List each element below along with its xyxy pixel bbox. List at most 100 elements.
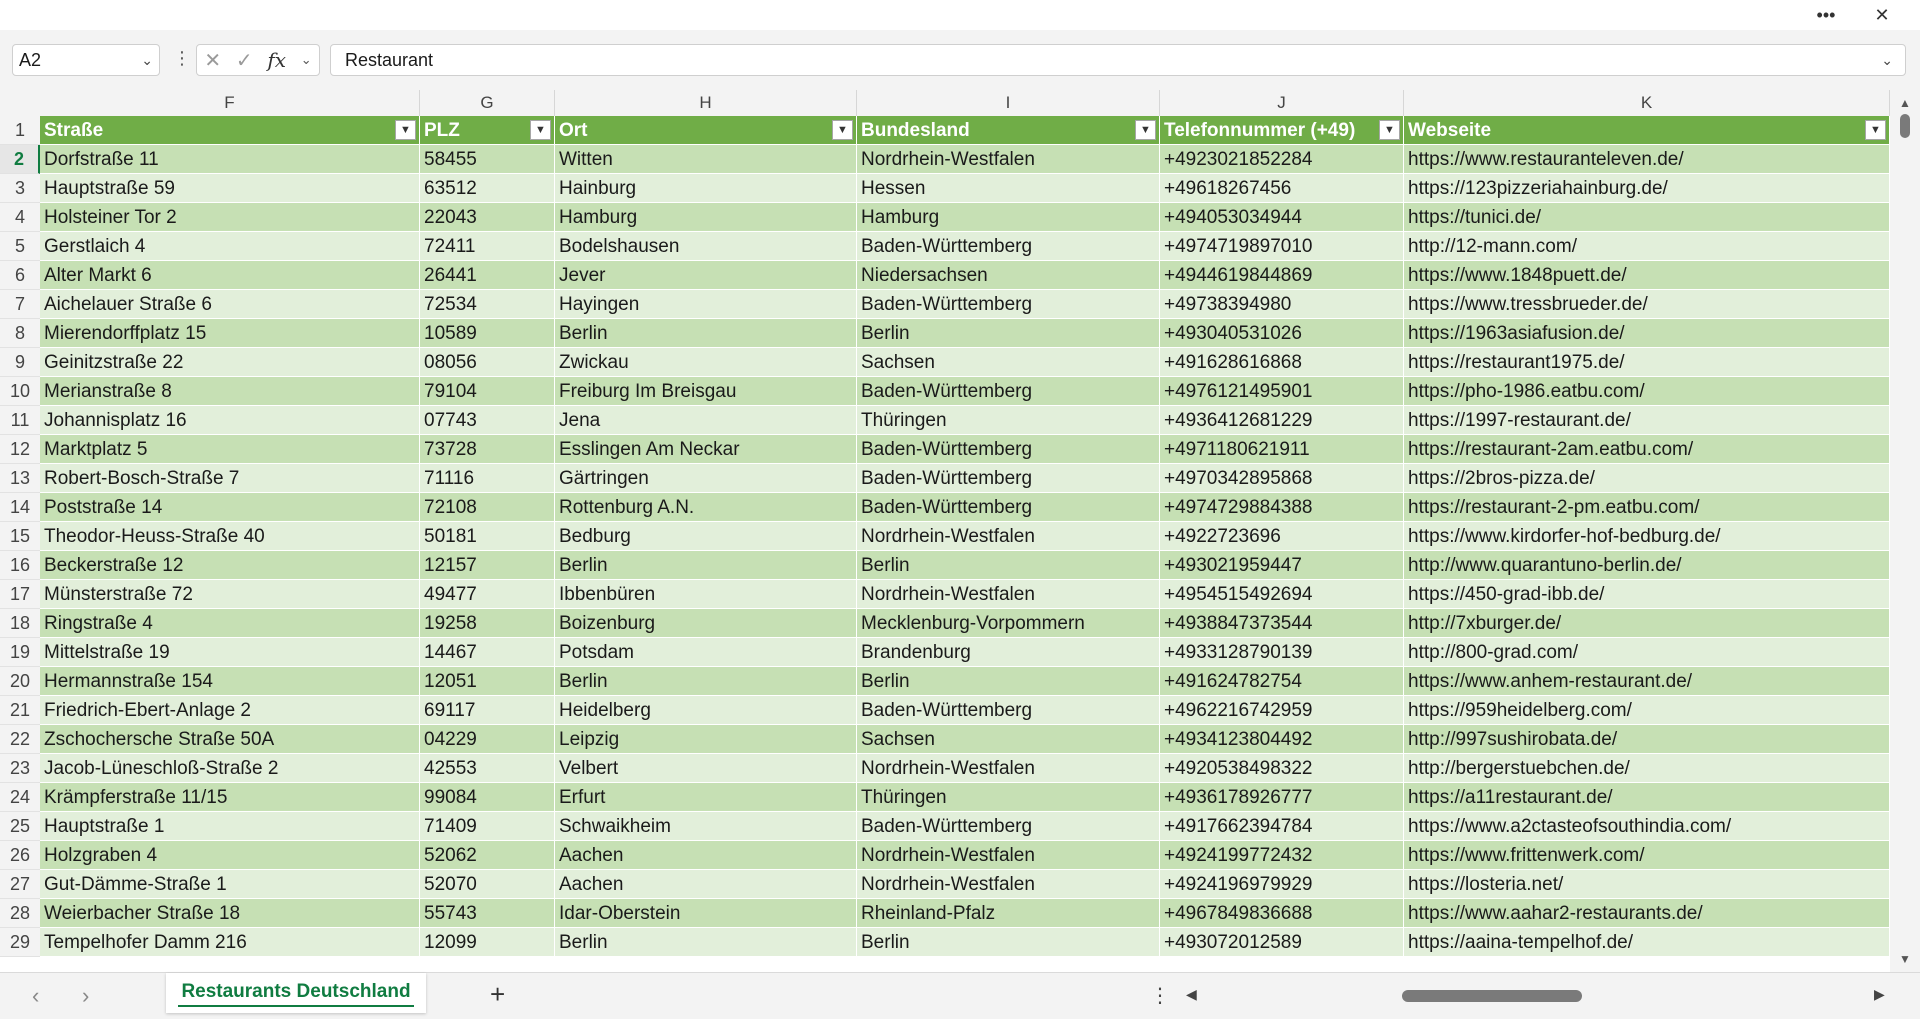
vertical-scroll-thumb[interactable] bbox=[1900, 114, 1910, 138]
row-number[interactable]: 24 bbox=[0, 783, 40, 812]
table-cell[interactable]: 50181 bbox=[420, 522, 555, 551]
table-cell[interactable]: Thüringen bbox=[857, 406, 1160, 435]
table-cell[interactable]: https://www.frittenwerk.com/ bbox=[1404, 841, 1890, 870]
table-cell[interactable]: Geinitzstraße 22 bbox=[40, 348, 420, 377]
row-number[interactable]: 4 bbox=[0, 203, 40, 232]
name-box[interactable]: A2 ⌄ bbox=[12, 44, 160, 76]
table-cell[interactable]: +4976121495901 bbox=[1160, 377, 1404, 406]
table-cell[interactable]: https://www.aahar2-restaurants.de/ bbox=[1404, 899, 1890, 928]
table-cell[interactable]: +4974719897010 bbox=[1160, 232, 1404, 261]
table-cell[interactable]: https://restaurant-2-pm.eatbu.com/ bbox=[1404, 493, 1890, 522]
table-cell[interactable]: Zschochersche Straße 50A bbox=[40, 725, 420, 754]
table-cell[interactable]: Rheinland-Pfalz bbox=[857, 899, 1160, 928]
table-cell[interactable]: Baden-Württemberg bbox=[857, 493, 1160, 522]
table-cell[interactable]: +493072012589 bbox=[1160, 928, 1404, 957]
table-cell[interactable]: Berlin bbox=[555, 551, 857, 580]
table-cell[interactable]: Baden-Württemberg bbox=[857, 812, 1160, 841]
row-number[interactable]: 23 bbox=[0, 754, 40, 783]
table-cell[interactable]: Baden-Württemberg bbox=[857, 377, 1160, 406]
row-number[interactable]: 12 bbox=[0, 435, 40, 464]
column-header[interactable]: J bbox=[1160, 90, 1404, 116]
table-header-cell[interactable]: PLZ ▼ bbox=[420, 116, 555, 145]
table-cell[interactable]: https://450-grad-ibb.de/ bbox=[1404, 580, 1890, 609]
chevron-down-icon[interactable]: ⌄ bbox=[301, 52, 312, 68]
table-cell[interactable]: Hayingen bbox=[555, 290, 857, 319]
row-number[interactable]: 29 bbox=[0, 928, 40, 957]
row-number[interactable]: 18 bbox=[0, 609, 40, 638]
table-cell[interactable]: Hessen bbox=[857, 174, 1160, 203]
table-cell[interactable]: Hauptstraße 59 bbox=[40, 174, 420, 203]
row-number[interactable]: 7 bbox=[0, 290, 40, 319]
table-cell[interactable]: Holzgraben 4 bbox=[40, 841, 420, 870]
table-cell[interactable]: https://959heidelberg.com/ bbox=[1404, 696, 1890, 725]
table-cell[interactable]: Merianstraße 8 bbox=[40, 377, 420, 406]
table-cell[interactable]: 72108 bbox=[420, 493, 555, 522]
vertical-dots-icon[interactable]: ⋮ bbox=[173, 48, 191, 69]
column-header[interactable]: F bbox=[40, 90, 420, 116]
row-number[interactable]: 3 bbox=[0, 174, 40, 203]
row-number[interactable]: 9 bbox=[0, 348, 40, 377]
table-cell[interactable]: Mierendorffplatz 15 bbox=[40, 319, 420, 348]
prev-sheet-icon[interactable]: ‹ bbox=[32, 983, 39, 1009]
table-cell[interactable]: https://tunici.de/ bbox=[1404, 203, 1890, 232]
table-cell[interactable]: Jacob-Lüneschloß-Straße 2 bbox=[40, 754, 420, 783]
table-header-cell[interactable]: Ort ▼ bbox=[555, 116, 857, 145]
row-number[interactable]: 16 bbox=[0, 551, 40, 580]
row-number[interactable]: 17 bbox=[0, 580, 40, 609]
table-cell[interactable]: +493021959447 bbox=[1160, 551, 1404, 580]
table-cell[interactable]: 19258 bbox=[420, 609, 555, 638]
table-cell[interactable]: +4917662394784 bbox=[1160, 812, 1404, 841]
table-cell[interactable]: Nordrhein-Westfalen bbox=[857, 145, 1160, 174]
table-cell[interactable]: Nordrhein-Westfalen bbox=[857, 841, 1160, 870]
row-number[interactable]: 6 bbox=[0, 261, 40, 290]
table-cell[interactable]: https://www.tressbrueder.de/ bbox=[1404, 290, 1890, 319]
table-cell[interactable]: +49618267456 bbox=[1160, 174, 1404, 203]
table-cell[interactable]: 42553 bbox=[420, 754, 555, 783]
table-cell[interactable]: Ringstraße 4 bbox=[40, 609, 420, 638]
row-number[interactable]: 15 bbox=[0, 522, 40, 551]
table-cell[interactable]: Sachsen bbox=[857, 348, 1160, 377]
table-cell[interactable]: Rottenburg A.N. bbox=[555, 493, 857, 522]
table-cell[interactable]: +494053034944 bbox=[1160, 203, 1404, 232]
table-cell[interactable]: Berlin bbox=[857, 319, 1160, 348]
row-number[interactable]: 28 bbox=[0, 899, 40, 928]
table-header-cell[interactable]: Telefonnummer (+49) ▼ bbox=[1160, 116, 1404, 145]
table-cell[interactable]: 79104 bbox=[420, 377, 555, 406]
table-cell[interactable]: Robert-Bosch-Straße 7 bbox=[40, 464, 420, 493]
table-cell[interactable]: +4938847373544 bbox=[1160, 609, 1404, 638]
table-cell[interactable]: +4924196979929 bbox=[1160, 870, 1404, 899]
table-cell[interactable]: Boizenburg bbox=[555, 609, 857, 638]
row-number[interactable]: 25 bbox=[0, 812, 40, 841]
table-cell[interactable]: Baden-Württemberg bbox=[857, 435, 1160, 464]
table-cell[interactable]: 22043 bbox=[420, 203, 555, 232]
table-cell[interactable]: 12157 bbox=[420, 551, 555, 580]
table-cell[interactable]: 69117 bbox=[420, 696, 555, 725]
table-cell[interactable]: 12051 bbox=[420, 667, 555, 696]
table-cell[interactable]: Nordrhein-Westfalen bbox=[857, 580, 1160, 609]
sheet-tab-active[interactable]: Restaurants Deutschland bbox=[166, 973, 426, 1013]
table-cell[interactable]: Beckerstraße 12 bbox=[40, 551, 420, 580]
table-cell[interactable]: https://www.1848puett.de/ bbox=[1404, 261, 1890, 290]
table-cell[interactable]: +4967849836688 bbox=[1160, 899, 1404, 928]
table-cell[interactable]: Berlin bbox=[857, 928, 1160, 957]
select-all-corner[interactable] bbox=[0, 90, 40, 116]
vertical-scrollbar[interactable]: ▲ ▼ bbox=[1890, 90, 1920, 972]
check-icon[interactable]: ✓ bbox=[236, 48, 253, 73]
row-number[interactable]: 27 bbox=[0, 870, 40, 899]
table-cell[interactable]: Marktplatz 5 bbox=[40, 435, 420, 464]
scroll-left-icon[interactable]: ◀ bbox=[1186, 986, 1197, 1003]
table-cell[interactable]: Potsdam bbox=[555, 638, 857, 667]
table-cell[interactable]: https://restaurant-2am.eatbu.com/ bbox=[1404, 435, 1890, 464]
table-cell[interactable]: Münsterstraße 72 bbox=[40, 580, 420, 609]
filter-dropdown-icon[interactable]: ▼ bbox=[1865, 120, 1886, 140]
table-cell[interactable]: +49738394980 bbox=[1160, 290, 1404, 319]
column-header[interactable]: G bbox=[420, 90, 555, 116]
table-cell[interactable]: Brandenburg bbox=[857, 638, 1160, 667]
table-cell[interactable]: +4962216742959 bbox=[1160, 696, 1404, 725]
table-cell[interactable]: +4923021852284 bbox=[1160, 145, 1404, 174]
row-number[interactable]: 8 bbox=[0, 319, 40, 348]
table-cell[interactable]: http://bergerstuebchen.de/ bbox=[1404, 754, 1890, 783]
table-cell[interactable]: Alter Markt 6 bbox=[40, 261, 420, 290]
table-cell[interactable]: Baden-Württemberg bbox=[857, 464, 1160, 493]
table-header-cell[interactable]: Webseite ▼ bbox=[1404, 116, 1890, 145]
